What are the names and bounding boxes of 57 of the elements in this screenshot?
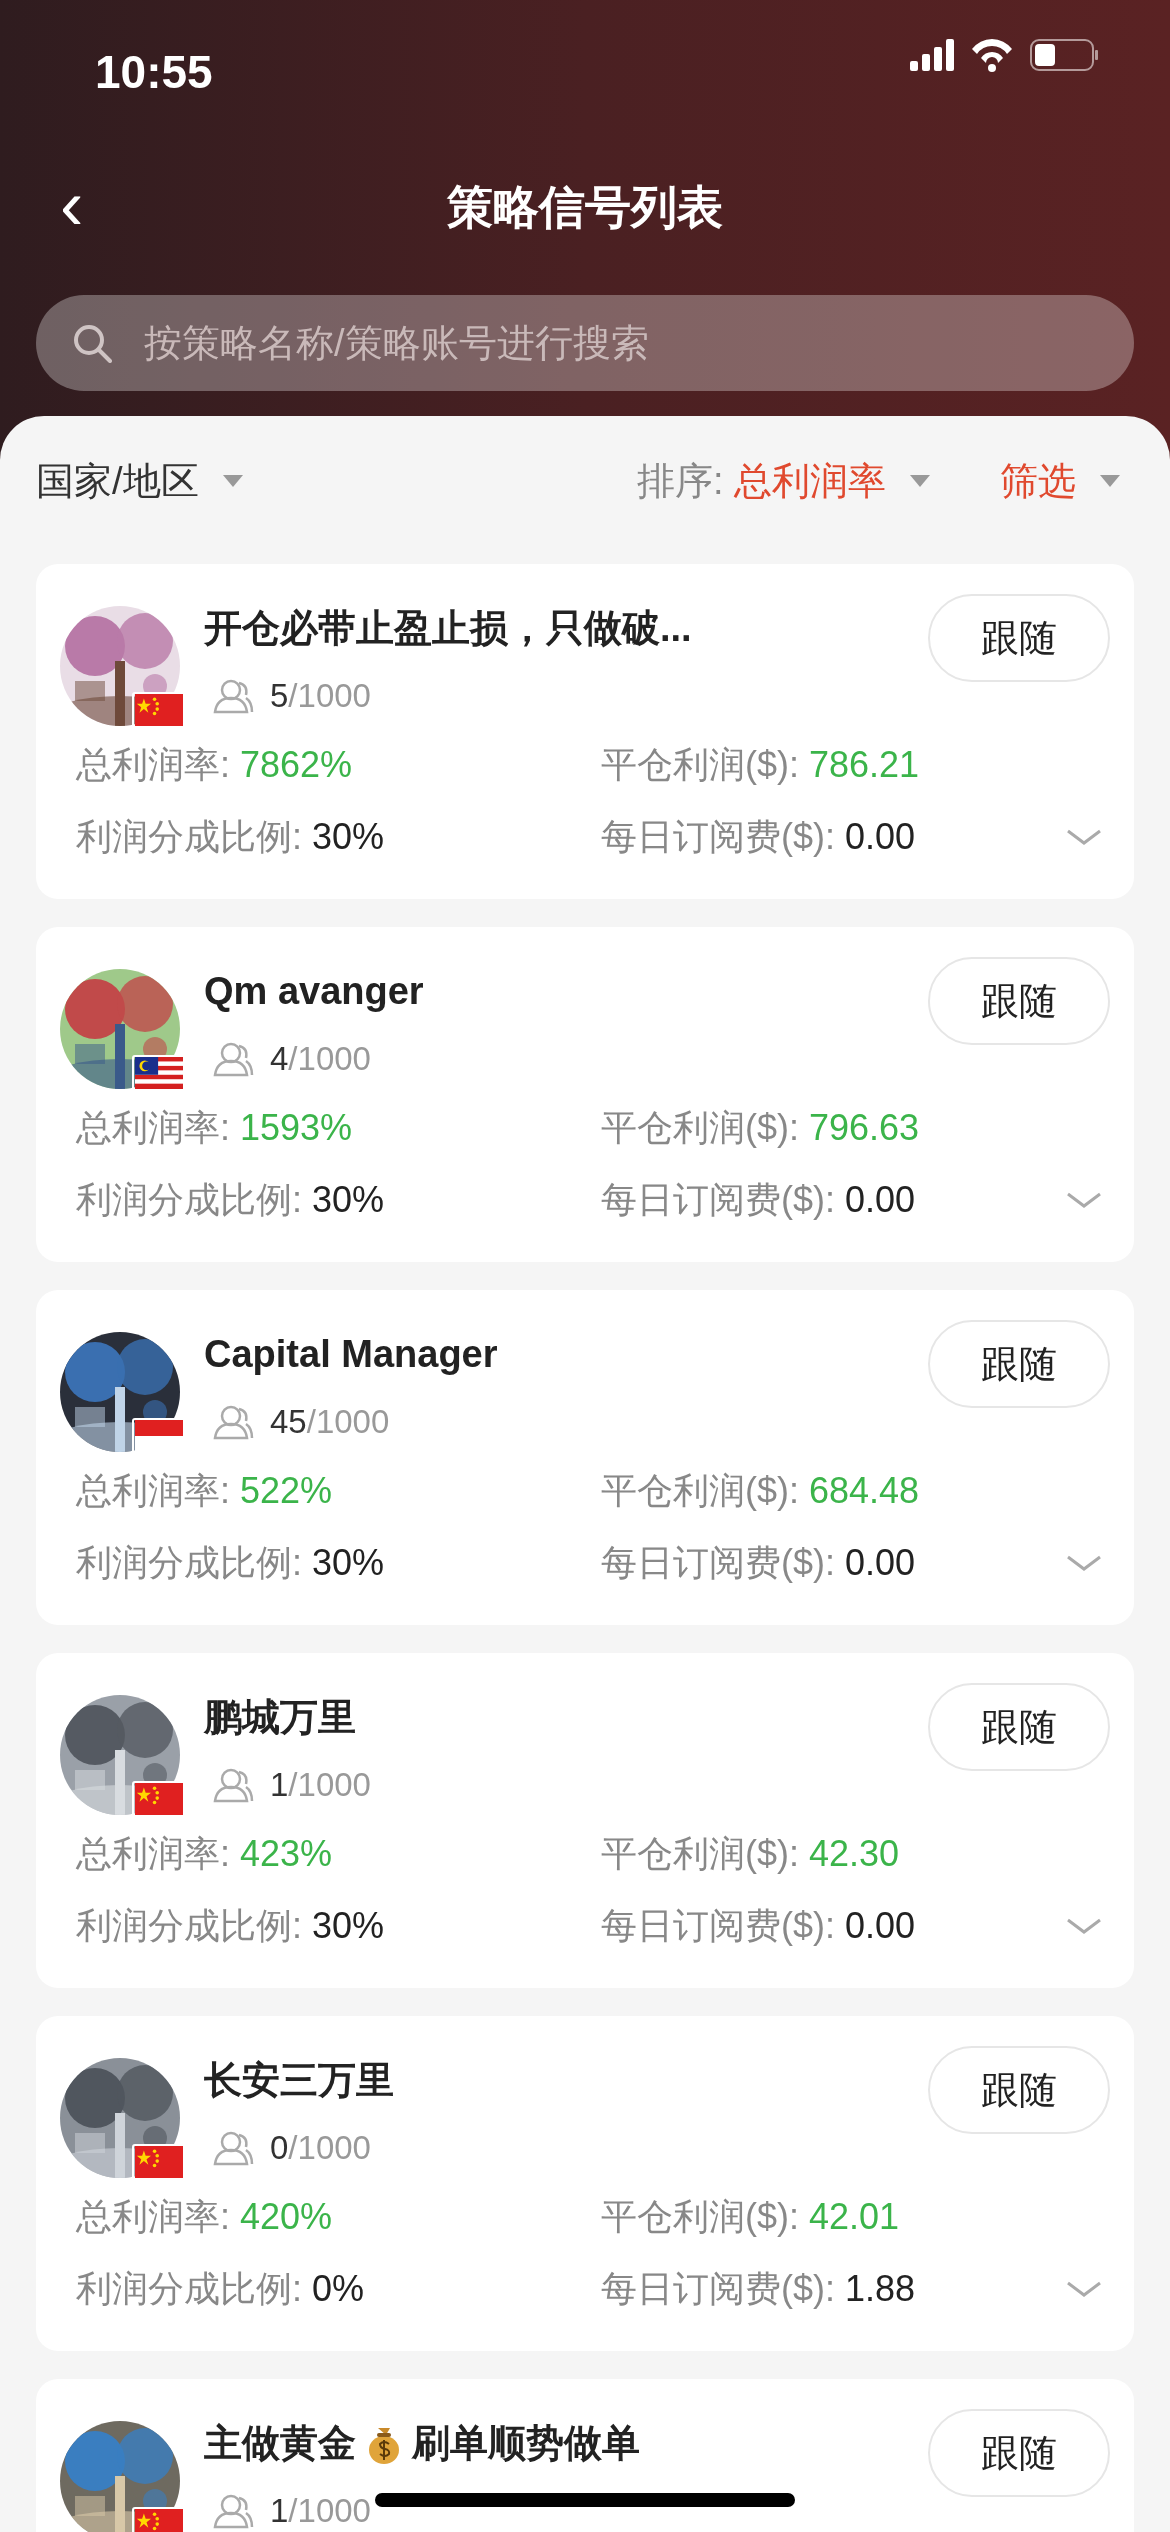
metric: 每日订阅费($): 1.88 <box>601 2267 916 2311</box>
follow-button[interactable]: 跟随 <box>928 1683 1110 1771</box>
metric: 利润分成比例: 0% <box>76 2267 365 2311</box>
follow-button[interactable]: 跟随 <box>928 1320 1110 1408</box>
back-button[interactable]: ‹ <box>50 170 94 240</box>
follower-count: 5/1000 <box>270 676 371 716</box>
wifi-icon <box>970 38 1014 72</box>
metric: 利润分成比例: 30% <box>76 815 385 859</box>
strategy-title: Qm avanger <box>204 969 424 1014</box>
metric: 每日订阅费($): 0.00 <box>601 815 916 859</box>
follower-count: 1/1000 <box>270 2491 371 2531</box>
metric: 利润分成比例: 30% <box>76 1541 385 1585</box>
sort-dropdown[interactable]: 排序: 总利润率 <box>636 452 930 510</box>
follow-button[interactable]: 跟随 <box>928 2409 1110 2497</box>
metric: 每日订阅费($): 0.00 <box>601 1541 916 1585</box>
metric: 总利润率: 522% <box>76 1469 333 1513</box>
strategy-title: 开仓必带止盈止损，只做破... <box>204 606 692 651</box>
strategy-title: Capital Manager <box>204 1332 498 1377</box>
strategy-title: 鹏城万里 <box>204 1695 356 1740</box>
strategy-title: 长安三万里 <box>204 2058 394 2103</box>
metric: 平仓利润($): 796.63 <box>601 1106 920 1150</box>
chevron-down-icon <box>1066 1191 1102 1209</box>
signal-icon <box>910 39 954 71</box>
status-time: 10:55 <box>95 45 213 100</box>
metric: 总利润率: 420% <box>76 2195 333 2239</box>
metric: 每日订阅费($): 0.00 <box>601 1904 916 1948</box>
chevron-down-icon <box>1066 1917 1102 1935</box>
strategy-title: 刷单顺势做单 <box>412 2421 640 2466</box>
metric: 平仓利润($): 786.21 <box>601 743 920 787</box>
follower-count: 4/1000 <box>270 1039 371 1079</box>
follower-count: 0/1000 <box>270 2128 371 2168</box>
metric: 每日订阅费($): 0.00 <box>601 1178 916 1222</box>
metric: 总利润率: 423% <box>76 1832 333 1876</box>
follower-count: 1/1000 <box>270 1765 371 1805</box>
battery-icon <box>1030 39 1098 71</box>
metric: 利润分成比例: 30% <box>76 1178 385 1222</box>
search-icon <box>72 323 112 363</box>
page-title: 策略信号列表 <box>447 180 723 235</box>
metric: 总利润率: 1593% <box>76 1106 353 1150</box>
caret-icon <box>910 475 930 487</box>
metric: 总利润率: 7862% <box>76 743 353 787</box>
metric: 利润分成比例: 30% <box>76 1904 385 1948</box>
follower-count: 45/1000 <box>270 1402 390 1442</box>
chevron-down-icon <box>1066 828 1102 846</box>
metric: 平仓利润($): 42.30 <box>601 1832 900 1876</box>
strategy-title: 主做黄金 <box>204 2421 356 2466</box>
region-dropdown[interactable]: 国家/地区 <box>36 452 243 510</box>
caret-icon <box>222 475 243 487</box>
filter-dropdown[interactable]: 筛选 <box>1000 452 1120 510</box>
follow-button[interactable]: 跟随 <box>928 594 1110 682</box>
metric: 平仓利润($): 684.48 <box>601 1469 920 1513</box>
chevron-down-icon <box>1066 1554 1102 1572</box>
follow-button[interactable]: 跟随 <box>928 2046 1110 2134</box>
chevron-down-icon <box>1066 2280 1102 2298</box>
caret-icon <box>1100 475 1120 487</box>
metric: 平仓利润($): 42.01 <box>601 2195 900 2239</box>
follow-button[interactable]: 跟随 <box>928 957 1110 1045</box>
